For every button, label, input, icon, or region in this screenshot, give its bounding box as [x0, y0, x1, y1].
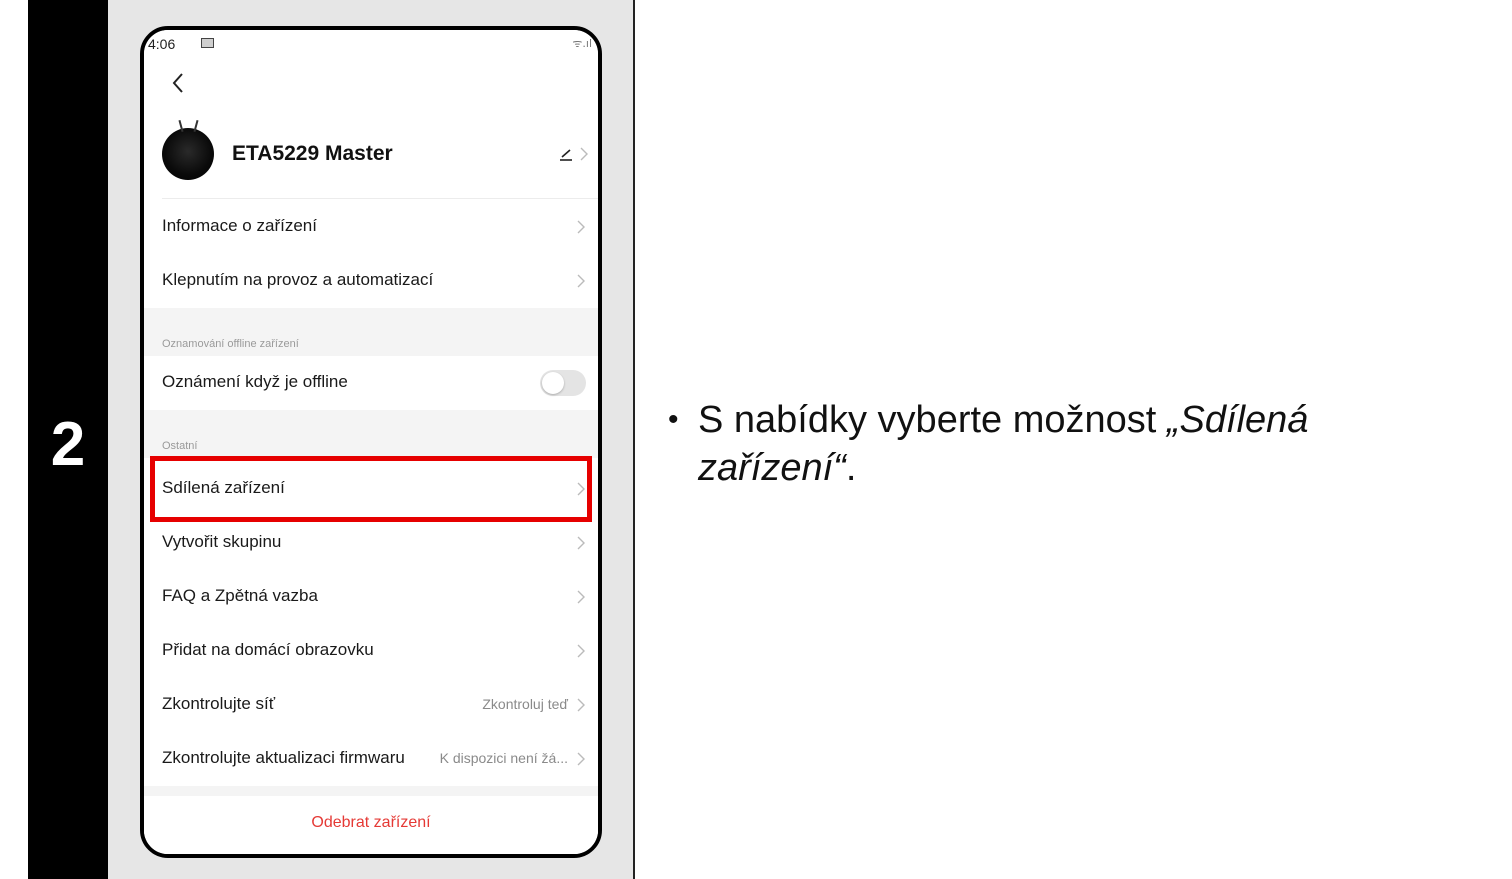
- row-label: Oznámení když je offline: [162, 372, 348, 391]
- chevron-right-icon: [577, 698, 585, 712]
- row-label: Vytvořit skupinu: [162, 532, 282, 551]
- row-faq[interactable]: FAQ a Zpětná vazba: [144, 570, 598, 624]
- toggle-knob: [542, 372, 564, 394]
- row-check-firmware[interactable]: Zkontrolujte aktualizaci firmwaru K disp…: [144, 732, 598, 786]
- row-value: Zkontroluj teď: [482, 696, 568, 712]
- image-notification-icon: [201, 38, 214, 48]
- divider: [162, 198, 598, 199]
- chevron-right-icon: [577, 752, 585, 766]
- row-add-home-screen[interactable]: Přidat na domácí obrazovku: [144, 624, 598, 678]
- device-name: ETA5229 Master: [232, 142, 393, 165]
- row-label: Zkontrolujte aktualizaci firmwaru: [162, 748, 405, 767]
- status-bar: 4:06 ᯤ.ıl: [144, 30, 598, 58]
- row-shared-devices[interactable]: Sdílená zařízení: [144, 462, 598, 516]
- row-label: Sdílená zařízení: [162, 478, 285, 497]
- instruction-body: S nabídky vyberte možnost „Sdílená zaříz…: [698, 396, 1418, 492]
- signal-icon: ᯤ.ıl: [572, 37, 592, 50]
- section-title: Oznamování offline zařízení: [162, 338, 299, 350]
- row-device-info[interactable]: Informace o zařízení: [144, 200, 598, 254]
- chevron-right-icon: [580, 147, 588, 161]
- section-title: Ostatní: [162, 440, 198, 452]
- pencil-icon[interactable]: [557, 145, 575, 163]
- offline-toggle[interactable]: [540, 370, 586, 396]
- instruction-prefix: S nabídky vyberte možnost: [698, 399, 1167, 441]
- step-number: 2: [50, 410, 86, 479]
- instruction-suffix: .: [845, 447, 857, 489]
- remove-device-button[interactable]: Odebrat zařízení: [144, 796, 598, 854]
- chevron-right-icon: [577, 644, 585, 658]
- phone-frame: 4:06 ᯤ.ıl ETA5229 Master Informace o zař…: [140, 26, 602, 858]
- remove-device-label: Odebrat zařízení: [311, 814, 431, 831]
- chevron-right-icon: [577, 220, 585, 234]
- chevron-right-icon: [577, 590, 585, 604]
- section-header-offline: Oznamování offline zařízení: [144, 308, 598, 356]
- back-button[interactable]: [164, 68, 194, 98]
- row-value: K dispozici není žá...: [439, 750, 568, 766]
- chevron-right-icon: [577, 274, 585, 288]
- row-label: FAQ a Zpětná vazba: [162, 586, 318, 605]
- section-gap: [144, 786, 598, 796]
- status-time: 4:06: [148, 36, 176, 52]
- row-label: Klepnutím na provoz a automatizací: [162, 270, 434, 289]
- row-check-network[interactable]: Zkontrolujte síť Zkontroluj teď: [144, 678, 598, 732]
- device-avatar: [162, 128, 214, 180]
- chevron-left-icon: [172, 73, 183, 93]
- row-create-group[interactable]: Vytvořit skupinu: [144, 516, 598, 570]
- row-label: Informace o zařízení: [162, 216, 317, 235]
- row-label: Přidat na domácí obrazovku: [162, 640, 374, 659]
- chevron-right-icon: [577, 482, 585, 496]
- section-header-other: Ostatní: [144, 410, 598, 458]
- row-label: Zkontrolujte síť: [162, 694, 276, 713]
- phone-screen: 4:06 ᯤ.ıl ETA5229 Master Informace o zař…: [144, 30, 598, 854]
- row-offline-notify[interactable]: Oznámení když je offline: [144, 356, 598, 410]
- device-header[interactable]: ETA5229 Master: [144, 120, 598, 200]
- chevron-right-icon: [577, 536, 585, 550]
- row-automation[interactable]: Klepnutím na provoz a automatizací: [144, 254, 598, 308]
- panel-divider: [633, 0, 635, 879]
- bullet: •: [668, 403, 679, 436]
